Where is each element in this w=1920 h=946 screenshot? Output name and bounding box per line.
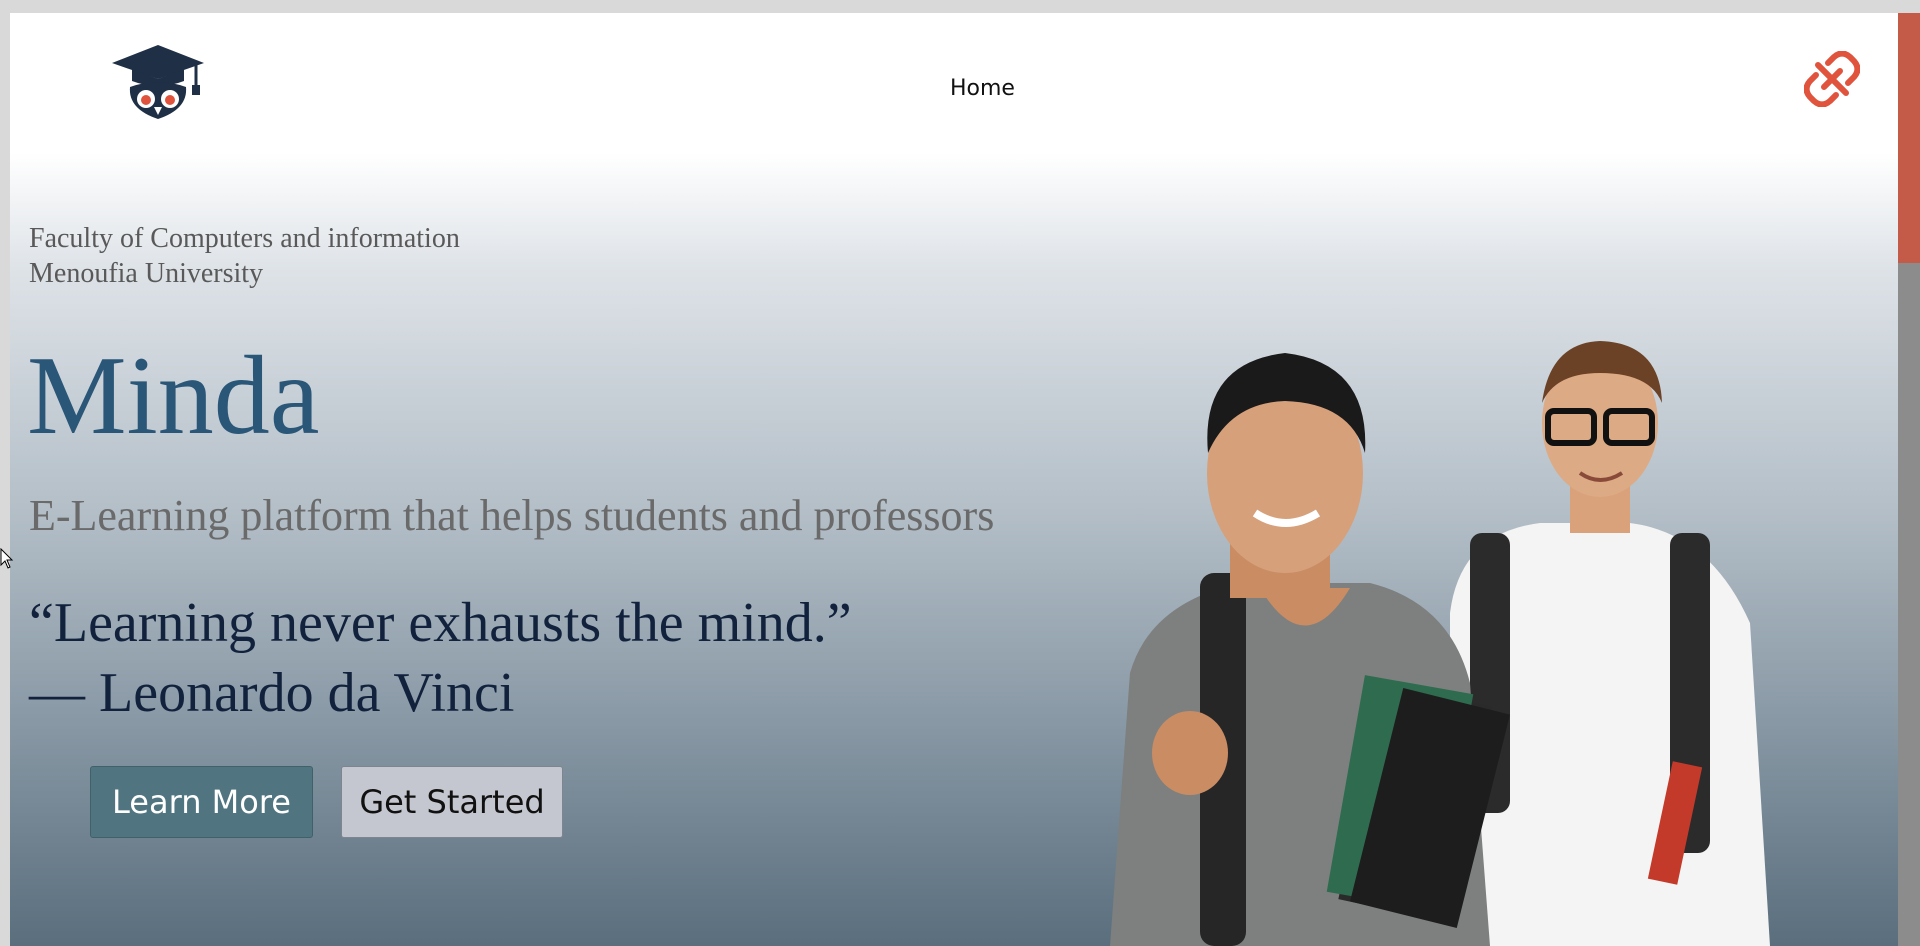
scrollbar-thumb[interactable]	[1898, 13, 1920, 263]
hero-subtitle: E-Learning platform that helps students …	[29, 491, 995, 540]
quote-author: — Leonardo da Vinci	[29, 662, 515, 724]
students-photo	[1110, 341, 1770, 946]
student-left	[1110, 353, 1510, 946]
quote-text: “Learning never exhausts the mind.”	[29, 592, 852, 654]
nav-home-link[interactable]: Home	[950, 76, 1015, 101]
university-name: Menoufia University	[29, 258, 264, 289]
unlink-icon[interactable]	[1804, 51, 1860, 107]
mouse-cursor-icon	[0, 548, 14, 569]
graduation-cap-owl-icon[interactable]	[110, 43, 206, 123]
page-frame: Home Faculty of Computers and informatio…	[10, 13, 1898, 946]
page-title: Minda	[27, 334, 320, 458]
faculty-name: Faculty of Computers and information	[29, 223, 460, 254]
learn-more-button[interactable]: Learn More	[90, 766, 313, 838]
faculty-caption: Faculty of Computers and information Men…	[29, 221, 460, 291]
top-navigation-bar: Home	[10, 13, 1898, 153]
hero-quote: “Learning never exhausts the mind.” — Le…	[29, 588, 852, 728]
get-started-button[interactable]: Get Started	[341, 766, 563, 838]
student-right	[1450, 341, 1770, 946]
